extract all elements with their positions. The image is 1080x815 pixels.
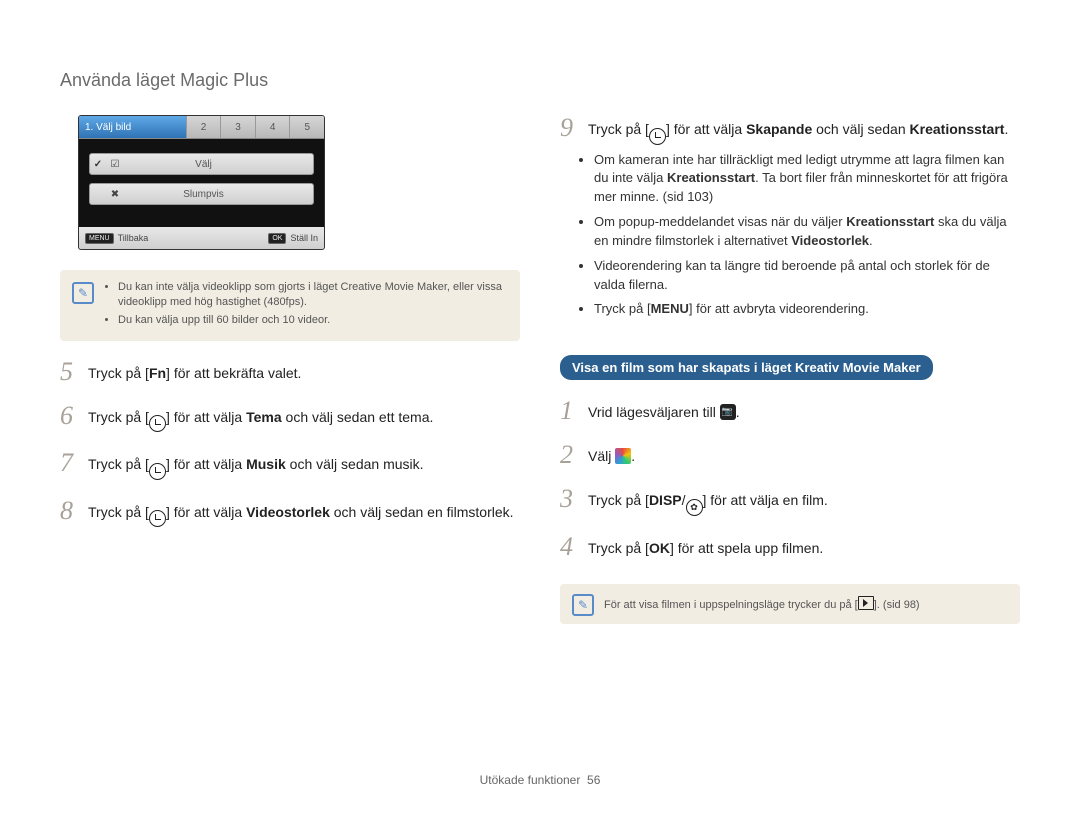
step-text: Tryck på [] för att välja Musik och välj… bbox=[88, 450, 520, 480]
note-box: ✎ Du kan inte välja videoklipp som gjort… bbox=[60, 270, 520, 341]
note-item: Du kan inte välja videoklipp som gjorts … bbox=[118, 280, 508, 310]
step-9: 9 Tryck på [] för att välja Skapande och… bbox=[560, 115, 1020, 145]
step-number: 4 bbox=[560, 534, 588, 560]
left-column: 1. Välj bild 2 3 4 5 ✓ ☑ Välj ✖ ✖ Slu bbox=[60, 115, 520, 624]
sub-item: Om kameran inte har tillräckligt med led… bbox=[594, 151, 1020, 208]
step-text: Välj . bbox=[588, 442, 1020, 466]
step-r1: 1 Vrid lägesväljaren till . bbox=[560, 398, 1020, 424]
row-label: Välj bbox=[124, 159, 313, 170]
step-7: 7 Tryck på [] för att välja Musik och vä… bbox=[60, 450, 520, 480]
tab-active[interactable]: 1. Välj bild bbox=[79, 116, 187, 138]
note-text: För att visa filmen i uppspelningsläge t… bbox=[604, 596, 920, 611]
back-label: Tillbaka bbox=[118, 233, 149, 243]
page: Använda läget Magic Plus 1. Välj bild 2 … bbox=[0, 0, 1080, 815]
right-column: 9 Tryck på [] för att välja Skapande och… bbox=[560, 115, 1020, 624]
step-number: 6 bbox=[60, 403, 88, 429]
step-number: 1 bbox=[560, 398, 588, 424]
step-text: Tryck på [OK] för att spela upp filmen. bbox=[588, 534, 1020, 558]
tab-2[interactable]: 2 bbox=[187, 116, 222, 138]
step-number: 8 bbox=[60, 498, 88, 524]
disp-key: DISP bbox=[649, 490, 682, 510]
step-r4: 4 Tryck på [OK] för att spela upp filmen… bbox=[560, 534, 1020, 560]
step-text: Tryck på [DISP/] för att välja en film. bbox=[588, 486, 1020, 516]
ok-key-icon: OK bbox=[268, 233, 286, 244]
camera-row-select[interactable]: ✓ ☑ Välj bbox=[89, 153, 314, 175]
tab-4[interactable]: 4 bbox=[256, 116, 291, 138]
note-list: Du kan inte välja videoklipp som gjorts … bbox=[104, 280, 508, 331]
camera-footer: MENU Tillbaka OK Ställ In bbox=[79, 227, 324, 249]
timer-icon bbox=[149, 510, 166, 527]
step-text: Vrid lägesväljaren till . bbox=[588, 398, 1020, 422]
step-6: 6 Tryck på [] för att välja Tema och väl… bbox=[60, 403, 520, 433]
page-footer: Utökade funktioner 56 bbox=[0, 773, 1080, 787]
step-number: 7 bbox=[60, 450, 88, 476]
tab-5[interactable]: 5 bbox=[290, 116, 324, 138]
row-label: Slumpvis bbox=[124, 189, 313, 200]
page-title: Använda läget Magic Plus bbox=[60, 70, 1020, 91]
menu-key: MENU bbox=[651, 300, 689, 319]
timer-icon bbox=[649, 128, 666, 145]
check-icon: ✓ bbox=[90, 159, 106, 170]
x-icon: ✖ bbox=[106, 189, 124, 200]
timer-icon bbox=[149, 415, 166, 432]
step-text: Tryck på [] för att välja Tema och välj … bbox=[88, 403, 520, 433]
color-mode-icon bbox=[615, 448, 631, 464]
note-icon: ✎ bbox=[572, 594, 594, 616]
camera-ui: 1. Välj bild 2 3 4 5 ✓ ☑ Välj ✖ ✖ Slu bbox=[78, 115, 325, 250]
tab-3[interactable]: 3 bbox=[221, 116, 256, 138]
step-number: 9 bbox=[560, 115, 588, 141]
step-r2: 2 Välj . bbox=[560, 442, 1020, 468]
camera-tabs: 1. Välj bild 2 3 4 5 bbox=[79, 116, 324, 139]
step-number: 3 bbox=[560, 486, 588, 512]
step-9-sublist: Om kameran inte har tillräckligt med led… bbox=[560, 151, 1020, 320]
checkbox-icon: ☑ bbox=[106, 159, 124, 170]
mode-dial-icon bbox=[720, 404, 736, 420]
menu-key-icon: MENU bbox=[85, 233, 114, 244]
ok-key: OK bbox=[649, 538, 670, 558]
note-item: Du kan välja upp till 60 bilder och 10 v… bbox=[118, 313, 508, 328]
step-text: Tryck på [] för att välja Skapande och v… bbox=[588, 115, 1020, 145]
set-label: Ställ In bbox=[290, 233, 318, 243]
timer-icon bbox=[149, 463, 166, 480]
step-text: Tryck på [Fn] för att bekräfta valet. bbox=[88, 359, 520, 383]
note-box-small: ✎ För att visa filmen i uppspelningsläge… bbox=[560, 584, 1020, 624]
step-r3: 3 Tryck på [DISP/] för att välja en film… bbox=[560, 486, 1020, 516]
step-8: 8 Tryck på [] för att välja Videostorlek… bbox=[60, 498, 520, 528]
note-icon: ✎ bbox=[72, 282, 94, 304]
step-number: 2 bbox=[560, 442, 588, 468]
section-heading: Visa en film som har skapats i läget Kre… bbox=[560, 355, 933, 380]
sub-item: Tryck på [MENU] för att avbryta videoren… bbox=[594, 300, 1020, 319]
macro-icon bbox=[686, 499, 703, 516]
sub-item: Om popup-meddelandet visas när du väljer… bbox=[594, 213, 1020, 251]
camera-row-random[interactable]: ✖ ✖ Slumpvis bbox=[89, 183, 314, 205]
step-number: 5 bbox=[60, 359, 88, 385]
camera-body: ✓ ☑ Välj ✖ ✖ Slumpvis bbox=[79, 139, 324, 227]
playback-icon bbox=[858, 596, 874, 610]
sub-item: Videorendering kan ta längre tid beroend… bbox=[594, 257, 1020, 295]
content-columns: 1. Välj bild 2 3 4 5 ✓ ☑ Välj ✖ ✖ Slu bbox=[60, 115, 1020, 624]
step-5: 5 Tryck på [Fn] för att bekräfta valet. bbox=[60, 359, 520, 385]
fn-key: Fn bbox=[149, 363, 166, 383]
step-text: Tryck på [] för att välja Videostorlek o… bbox=[88, 498, 520, 528]
